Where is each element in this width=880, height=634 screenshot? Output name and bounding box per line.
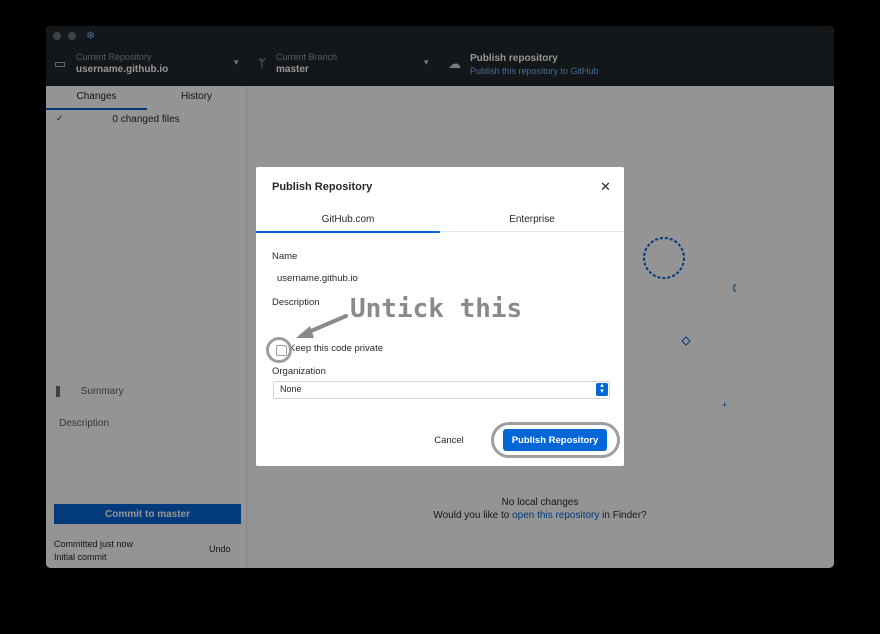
annotation-arrow-icon — [296, 314, 348, 338]
tab-github-com[interactable]: GitHub.com — [256, 209, 440, 233]
checkbox-highlight — [266, 337, 292, 363]
tab-enterprise[interactable]: Enterprise — [440, 209, 624, 231]
organization-select[interactable]: None ▴ ▾ — [273, 381, 610, 399]
close-icon[interactable]: ✕ — [600, 179, 611, 195]
cancel-button[interactable]: Cancel — [424, 431, 474, 449]
publish-button-highlight — [491, 422, 620, 458]
organization-label: Organization — [272, 366, 326, 377]
select-arrows-icon: ▴ ▾ — [596, 382, 608, 396]
dialog-title: Publish Repository — [272, 181, 373, 193]
organization-value: None — [280, 384, 302, 394]
name-label: Name — [272, 251, 298, 262]
name-field[interactable] — [273, 270, 616, 287]
annotation-text: Untick this — [350, 294, 523, 324]
keep-private-label[interactable]: Keep this code private — [289, 343, 383, 354]
description-label: Description — [272, 297, 320, 308]
